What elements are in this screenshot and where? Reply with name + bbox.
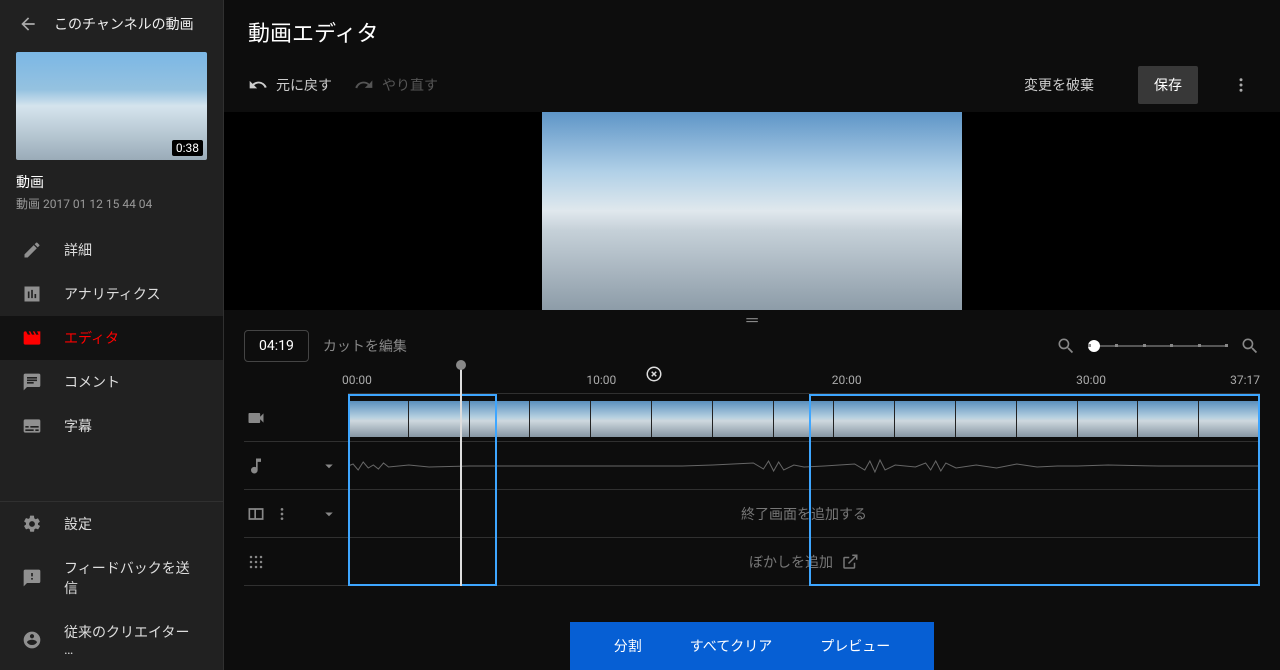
action-bar: 分割 すべてクリア プレビュー (244, 586, 1260, 670)
redo-button: やり直す (354, 75, 438, 95)
zoom-in-icon[interactable] (1240, 336, 1260, 356)
ruler-mark: 20:00 (832, 373, 862, 387)
thumbnail-duration: 0:38 (172, 140, 203, 156)
ruler-mark: 30:00 (1076, 373, 1106, 387)
subtitle-icon (22, 416, 42, 436)
nav-details[interactable]: 詳細 (0, 228, 223, 272)
more-vert-icon (1232, 76, 1250, 94)
nav-settings[interactable]: 設定 (0, 502, 223, 546)
playhead[interactable] (460, 366, 462, 586)
gear-icon (22, 514, 42, 534)
nav-editor[interactable]: エディタ (0, 316, 223, 360)
ruler-mark: 00:00 (342, 373, 372, 387)
nav-comments[interactable]: コメント (0, 360, 223, 404)
selection-box-b[interactable] (809, 394, 1260, 586)
panel-drag-handle[interactable]: ═ (224, 310, 1280, 330)
endscreen-track-icon (246, 504, 266, 524)
nav-label: エディタ (64, 328, 119, 348)
zoom-out-icon[interactable] (1056, 336, 1076, 356)
nav-label: コメント (64, 372, 120, 392)
more-button[interactable] (1220, 68, 1256, 102)
zoom-slider[interactable] (1088, 345, 1228, 347)
nav-label: 設定 (64, 514, 92, 534)
more-vert-icon[interactable] (274, 506, 290, 522)
preview-video[interactable] (542, 112, 962, 310)
video-meta: 動画 動画 2017 01 12 15 44 04 (0, 172, 223, 222)
sidebar: このチャンネルの動画 0:38 動画 動画 2017 01 12 15 44 0… (0, 0, 224, 670)
nav-label: アナリティクス (64, 284, 160, 304)
tracks: 終了画面を追加する ぼかしを追加 (244, 394, 1260, 586)
nav-label: 従来のクリエイター … (64, 622, 201, 658)
clear-all-button[interactable]: すべてクリア (690, 636, 772, 656)
nav-feedback[interactable]: フィードバックを送信 (0, 546, 223, 610)
chevron-down-icon[interactable] (320, 457, 338, 475)
selection-box-a[interactable] (348, 394, 497, 586)
video-title: 動画 (16, 172, 207, 192)
nav-subtitles[interactable]: 字幕 (0, 404, 223, 448)
video-thumbnail[interactable]: 0:38 (16, 52, 207, 160)
undo-button[interactable]: 元に戻す (248, 75, 332, 95)
save-button[interactable]: 保存 (1138, 66, 1198, 104)
nav-label: 字幕 (64, 416, 92, 436)
timeline: 00:00 10:00 20:00 30:00 37:17 (224, 366, 1280, 670)
video-date: 動画 2017 01 12 15 44 04 (16, 195, 207, 212)
video-track-icon (246, 408, 266, 428)
ruler-mark: 37:17 (1230, 373, 1260, 387)
preview-button[interactable]: プレビュー (820, 636, 890, 656)
comment-icon (22, 372, 42, 392)
preview-area (224, 112, 1280, 310)
main: 動画エディタ 元に戻す やり直す 変更を破棄 保存 ═ 04:19 カットを編集 (224, 0, 1280, 670)
chart-icon (22, 284, 42, 304)
ruler-mark: 10:00 (586, 373, 616, 387)
edit-cut-label: カットを編集 (323, 336, 407, 356)
creator-icon (22, 630, 42, 650)
timeline-ruler[interactable]: 00:00 10:00 20:00 30:00 37:17 (348, 366, 1260, 394)
redo-icon (354, 75, 374, 95)
undo-icon (248, 75, 268, 95)
blur-track-icon (246, 552, 266, 572)
toolbar: 元に戻す やり直す 変更を破棄 保存 (224, 56, 1280, 108)
page-title: 動画エディタ (248, 16, 1256, 48)
chevron-down-icon[interactable] (320, 505, 338, 523)
audio-track-icon (246, 456, 266, 476)
back-arrow-icon[interactable] (18, 14, 38, 34)
pencil-icon (22, 240, 42, 260)
nav-label: 詳細 (64, 240, 92, 260)
nav-classic-creator[interactable]: 従来のクリエイター … (0, 610, 223, 670)
sidebar-nav: 詳細 アナリティクス エディタ コメント 字幕 (0, 222, 223, 501)
nav-label: フィードバックを送信 (64, 558, 201, 598)
sidebar-footer: 設定 フィードバックを送信 従来のクリエイター … (0, 501, 223, 670)
discard-button[interactable]: 変更を破棄 (1010, 66, 1108, 104)
sidebar-back-label: このチャンネルの動画 (54, 14, 194, 34)
remove-cut-icon[interactable] (645, 365, 663, 383)
editor-icon (22, 328, 42, 348)
nav-analytics[interactable]: アナリティクス (0, 272, 223, 316)
split-button[interactable]: 分割 (614, 636, 642, 656)
feedback-icon (22, 568, 42, 588)
current-time-input[interactable]: 04:19 (244, 330, 309, 362)
time-controls: 04:19 カットを編集 (224, 330, 1280, 366)
